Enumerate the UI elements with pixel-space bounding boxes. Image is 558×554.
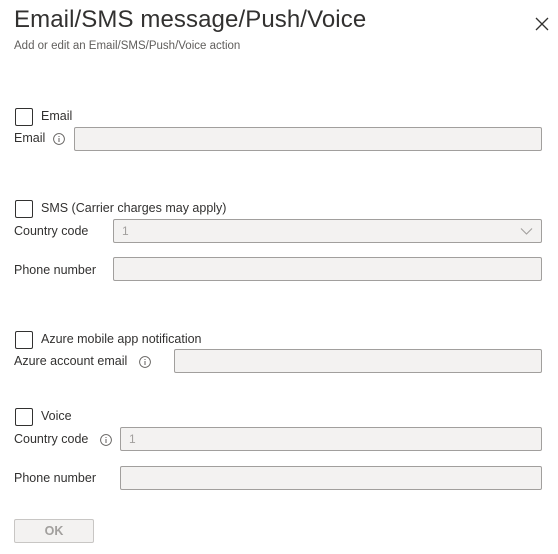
voice-country-code-label: Country code xyxy=(14,432,89,446)
sms-country-code-label: Country code xyxy=(14,224,89,238)
sms-phone-number-input[interactable] xyxy=(113,257,542,281)
info-icon[interactable] xyxy=(139,356,151,368)
email-input[interactable] xyxy=(74,127,542,151)
azure-account-email-input[interactable] xyxy=(174,349,542,373)
info-icon[interactable] xyxy=(53,133,65,145)
ok-button[interactable]: OK xyxy=(14,519,94,543)
page-subtitle: Add or edit an Email/SMS/Push/Voice acti… xyxy=(14,40,241,52)
email-checkbox[interactable] xyxy=(15,108,33,126)
voice-phone-number-input[interactable] xyxy=(120,466,542,490)
page-title: Email/SMS message/Push/Voice xyxy=(14,6,367,33)
close-button[interactable] xyxy=(532,14,552,34)
push-checkbox-label: Azure mobile app notification xyxy=(41,332,202,346)
sms-checkbox-label: SMS (Carrier charges may apply) xyxy=(41,201,227,215)
info-icon[interactable] xyxy=(100,434,112,446)
chevron-down-icon xyxy=(520,228,533,235)
email-field-label: Email xyxy=(14,131,46,145)
sms-checkbox[interactable] xyxy=(15,200,33,218)
voice-country-code-input[interactable]: 1 xyxy=(120,427,542,451)
push-checkbox[interactable] xyxy=(15,331,33,349)
close-icon xyxy=(535,17,549,31)
voice-checkbox-label: Voice xyxy=(41,409,72,423)
email-checkbox-label: Email xyxy=(41,109,73,123)
voice-phone-number-label: Phone number xyxy=(14,471,97,485)
sms-phone-number-label: Phone number xyxy=(14,263,97,277)
sms-country-code-dropdown[interactable]: 1 xyxy=(113,219,542,243)
azure-account-email-label: Azure account email xyxy=(14,354,128,368)
voice-checkbox[interactable] xyxy=(15,408,33,426)
action-panel: Email/SMS message/Push/Voice Add or edit… xyxy=(0,0,558,554)
sms-country-code-value: 1 xyxy=(122,224,129,238)
